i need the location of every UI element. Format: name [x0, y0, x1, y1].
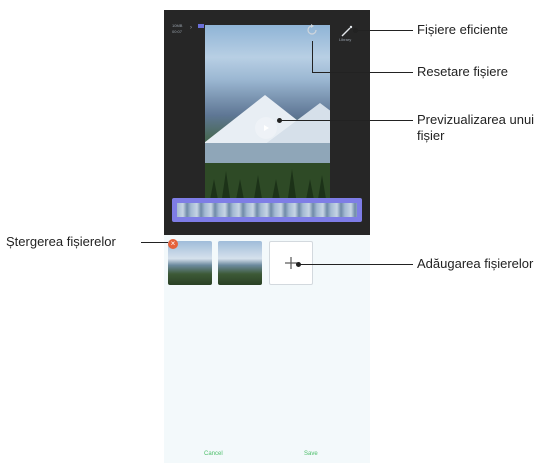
duration-label: 00:07: [172, 29, 183, 34]
phone-screen: 10MB 00:07 › Library × Cancel Save: [164, 10, 370, 463]
callout-dot: [296, 262, 301, 267]
callout-efficient-files: Fișiere eficiente: [417, 22, 509, 37]
magic-wand-icon[interactable]: [340, 24, 354, 37]
timeline-frames: [177, 203, 357, 217]
callout-line-efficient: [357, 30, 413, 31]
callout-line-reset: [312, 41, 313, 72]
timeline-strip[interactable]: [172, 198, 362, 222]
callout-dot: [277, 118, 282, 123]
callout-preview-line2: fișier: [417, 128, 445, 143]
cancel-button[interactable]: Cancel: [204, 451, 223, 457]
save-button[interactable]: Save: [304, 451, 318, 457]
callout-line-preview: [279, 120, 413, 121]
play-icon[interactable]: [255, 117, 277, 139]
callout-line-add: [298, 264, 413, 265]
callout-delete-files: Ștergerea fișierelor: [6, 234, 116, 249]
file-size-label: 10MB: [172, 23, 183, 28]
callout-dot: [353, 28, 358, 33]
callout-line-reset: [312, 72, 413, 73]
efficient-label: Library: [339, 37, 352, 42]
valley-shape: [205, 143, 330, 163]
callout-line-delete: [141, 242, 168, 243]
add-file-button[interactable]: [269, 241, 313, 285]
callout-preview-line1: Previzualizarea unui: [417, 112, 535, 127]
callout-add-files: Adăugarea fișierelor: [417, 256, 534, 271]
callout-reset-file: Resetare fișiere: [417, 64, 509, 79]
file-thumbnail[interactable]: [218, 241, 262, 285]
reset-icon[interactable]: [305, 23, 319, 37]
chevron-right-icon: ›: [190, 25, 192, 31]
close-icon[interactable]: ×: [168, 239, 178, 249]
